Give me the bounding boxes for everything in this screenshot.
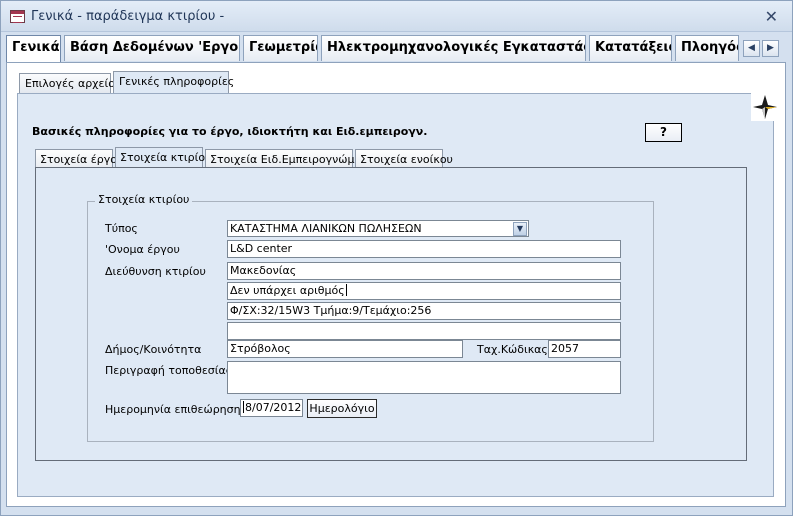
address-line4-field[interactable] [227,322,621,340]
tab-project-details[interactable]: Στοιχεία έργου [35,149,123,168]
postal-code-label: Ταχ.Κώδικας [477,343,548,356]
tab-tenant-details[interactable]: Στοιχεία ενοίκου [355,149,453,168]
type-value: ΚΑΤΑΣΤΗΜΑ ΛΙΑΝΙΚΩΝ ΠΩΛΗΣΕΩΝ [230,222,422,235]
calendar-button[interactable]: Ημερολόγιο [307,399,377,418]
location-description-label: Περιγραφή τοποθεσίας [105,364,233,377]
top-tab-bar: Γενικά Βάση Δεδομένων 'Εργου Γεωμετρία Η… [6,35,786,63]
main-panel: Επιλογές αρχείου Γενικές πληροφορίες Βασ… [6,62,786,507]
municipality-field[interactable]: Στρόβολος [227,340,463,358]
address-line1-field[interactable]: Μακεδονίας [227,262,621,280]
project-name-field[interactable]: L&D center [227,240,621,258]
tab-building-details[interactable]: Στοιχεία κτιρίου [115,147,211,169]
location-description-field[interactable] [227,361,621,394]
arrow-right-icon[interactable]: ▶ [762,40,779,57]
tab-general-info[interactable]: Γενικές πληροφορίες [113,71,234,94]
tab-general[interactable]: Γενικά [6,35,61,63]
help-button[interactable]: ? [645,123,682,142]
tab-file-options[interactable]: Επιλογές αρχείου [19,73,121,93]
inspection-date-value: 8/07/2012 [245,401,302,414]
text-caret [243,401,244,413]
tab-classifications[interactable]: Κατατάξεις [589,35,672,61]
type-select[interactable]: ΚΑΤΑΣΤΗΜΑ ΛΙΑΝΙΚΩΝ ΠΩΛΗΣΕΩΝ ▼ [227,220,529,237]
chevron-down-icon[interactable]: ▼ [513,222,527,236]
tab-geometry[interactable]: Γεωμετρία [243,35,318,61]
tab-expert-details[interactable]: Στοιχεία Ειδ.Εμπειρογνώμονα [205,149,375,168]
group-title: Στοιχεία κτιρίου [95,193,193,206]
tab-project-database[interactable]: Βάση Δεδομένων 'Εργου [64,35,240,61]
inspection-date-field[interactable]: 8/07/2012 [240,399,303,417]
tab-navigator[interactable]: Πλοηγός [675,35,739,61]
address-line2-field[interactable]: Δεν υπάρχει αριθμός [227,282,621,300]
title-bar: Γενικά - παράδειγμα κτιρίου - ✕ [1,1,792,32]
municipality-label: Δήμος/Κοινότητα [105,343,202,356]
project-name-label: 'Ονομα έργου [105,243,180,256]
address-line3-field[interactable]: Φ/ΣΧ:32/15W3 Τμήμα:9/Τεμάχιο:256 [227,302,621,320]
inspection-date-label: Ημερομηνία επιθεώρησης [105,403,248,416]
form-icon [10,10,25,23]
address-label: Διεύθυνση κτιρίου [105,265,206,278]
arrow-left-icon[interactable]: ◀ [743,40,760,57]
postal-code-field[interactable]: 2057 [548,340,621,358]
tab-electromechanical[interactable]: Ηλεκτρομηχανολογικές Εγκαταστάσεις [321,35,586,61]
app-window: Γενικά - παράδειγμα κτιρίου - ✕ Γενικά Β… [0,0,793,516]
star-logo-icon [751,93,779,121]
text-caret [345,284,347,296]
window-title: Γενικά - παράδειγμα κτιρίου - [31,9,225,24]
section-heading: Βασικές πληροφορίες για το έργο, ιδιοκτή… [32,125,428,138]
close-icon[interactable]: ✕ [765,7,778,26]
address-line2-value: Δεν υπάρχει αριθμός [230,284,345,297]
type-label: Τύπος [105,222,138,235]
